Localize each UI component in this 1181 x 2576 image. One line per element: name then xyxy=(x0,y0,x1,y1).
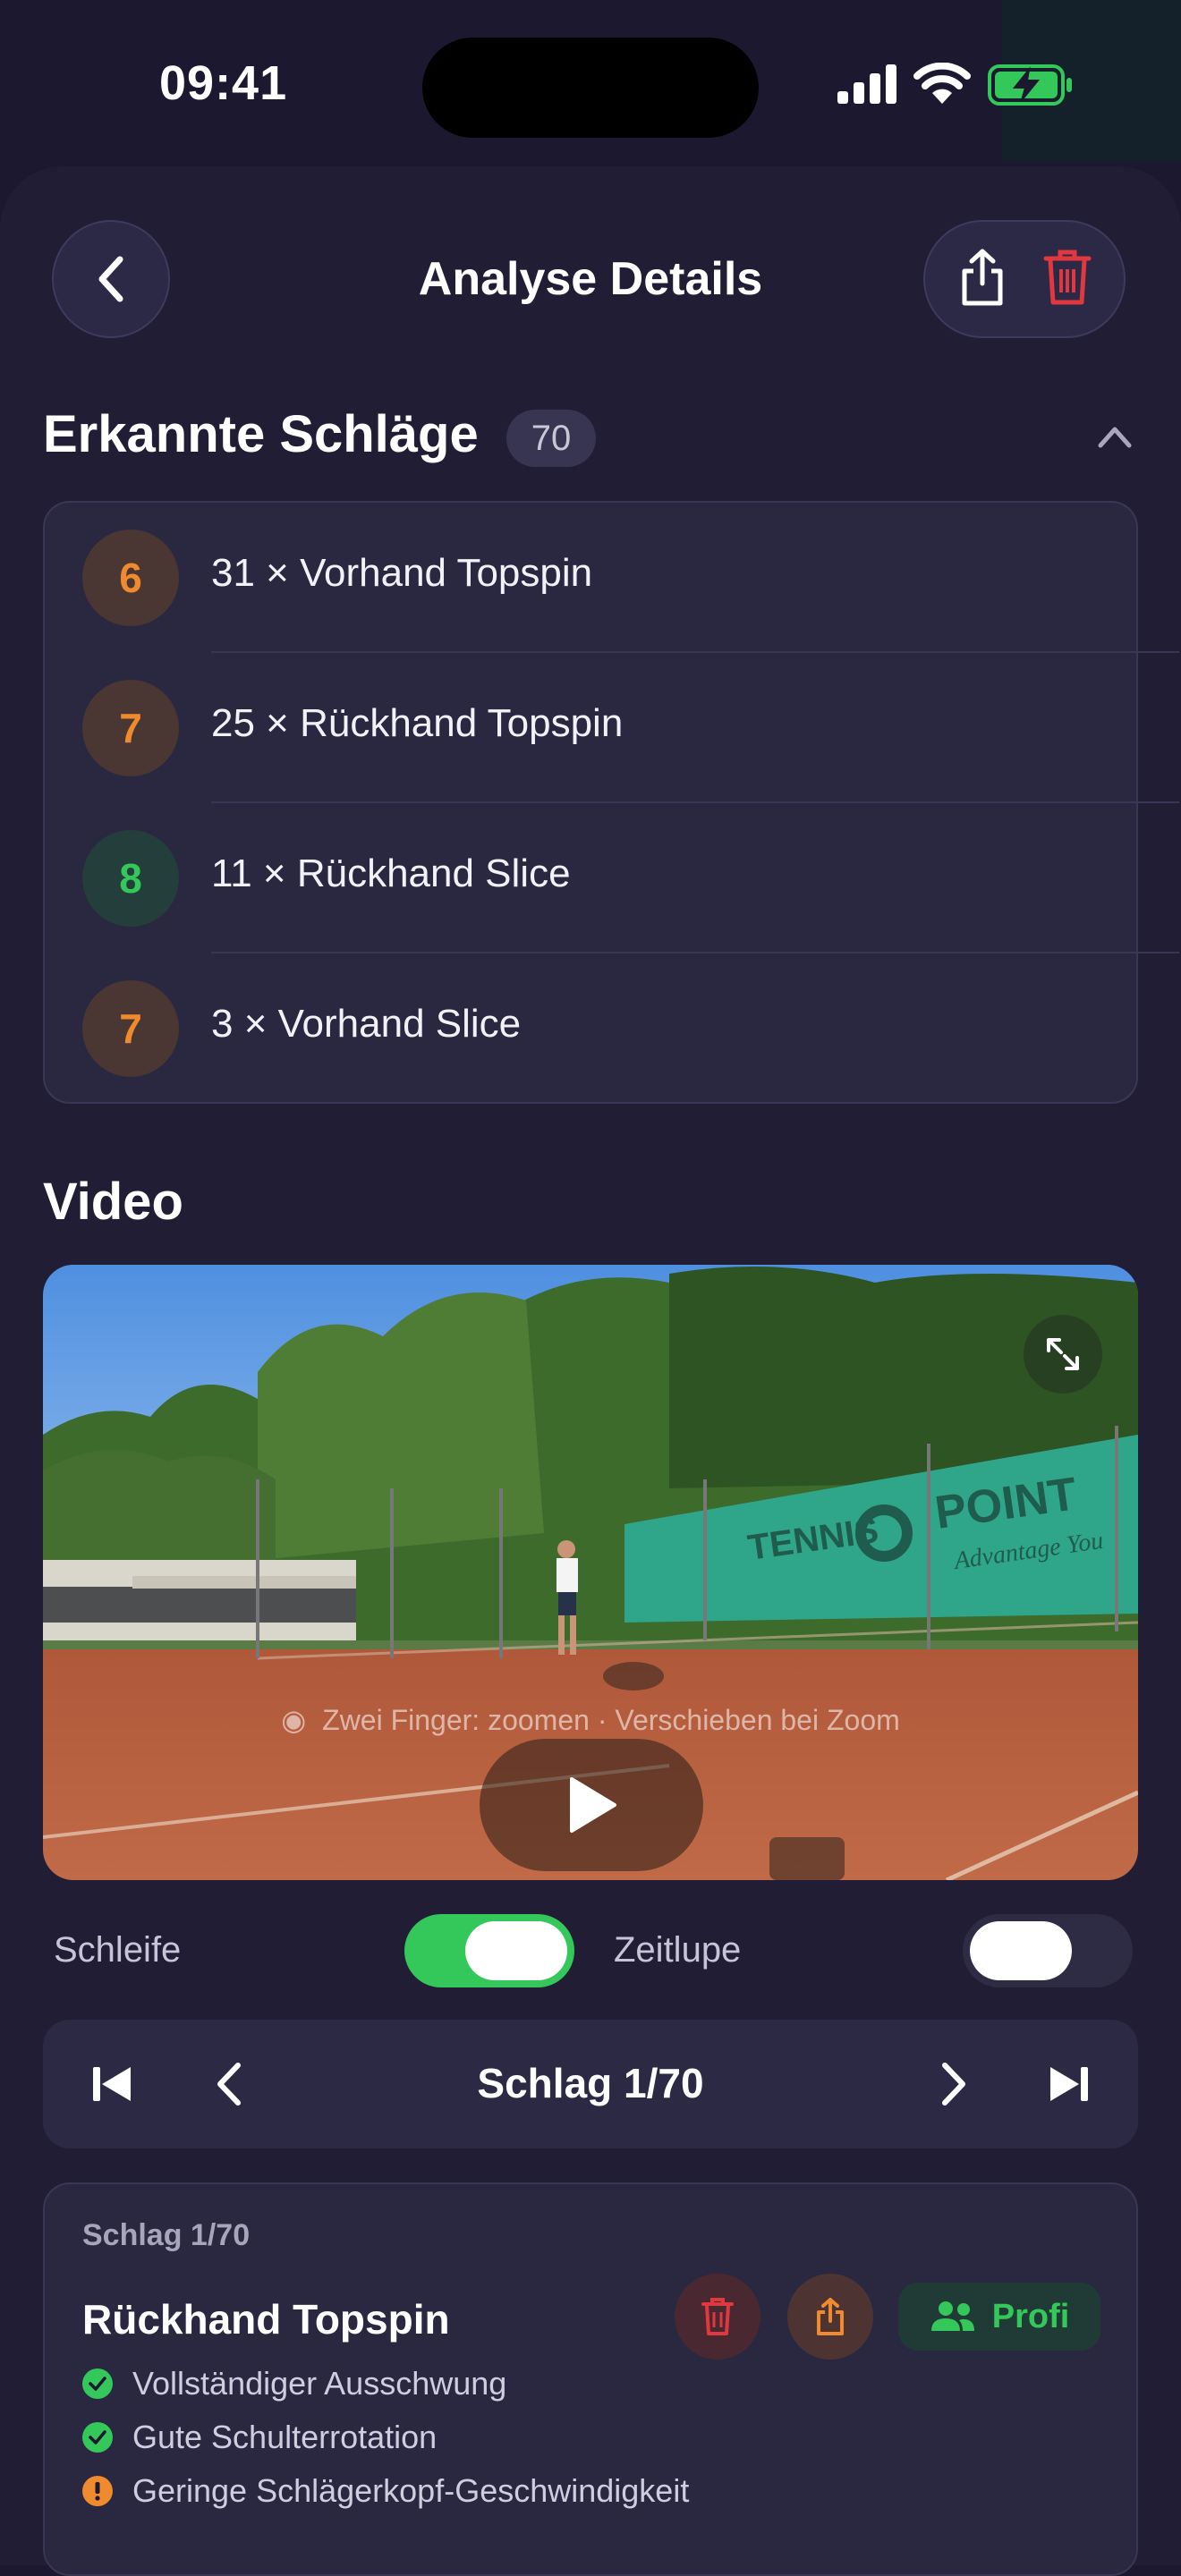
share-button[interactable] xyxy=(957,248,1007,311)
warning-icon xyxy=(82,2476,113,2506)
share-icon xyxy=(962,249,1002,305)
checkmark-icon xyxy=(82,2422,113,2453)
skip-to-end-icon xyxy=(1050,2067,1088,2101)
slowmo-toggle[interactable] xyxy=(963,1914,1133,1987)
feedback-item: Gute Schulterrotation xyxy=(82,2415,437,2460)
video-player[interactable]: TENNIS POINT Advantage You ◉ Zwei Finger:… xyxy=(43,1265,1138,1880)
stroke-label: 31 × Vorhand Topspin xyxy=(211,551,593,595)
profi-label: Profi xyxy=(991,2297,1070,2335)
stroke-label: 3 × Vorhand Slice xyxy=(211,1002,522,1046)
compare-pro-button[interactable]: Profi xyxy=(898,2283,1100,2351)
zoom-hint: ◉ Zwei Finger: zoomen · Verschieben bei Z… xyxy=(43,1703,1138,1737)
header-actions xyxy=(923,220,1126,338)
stroke-score-badge: 7 xyxy=(82,680,179,776)
stroke-detail-card: Schlag 1/70 Rückhand Topspin Profi Volls… xyxy=(43,2182,1138,2576)
share-icon xyxy=(817,2298,844,2335)
toggle-knob xyxy=(970,1921,1072,1980)
stroke-detail-title: Rückhand Topspin xyxy=(82,2296,450,2343)
battery-charging-icon xyxy=(988,64,1072,106)
feedback-item: Geringe Schlägerkopf-Geschwindigkeit xyxy=(82,2469,689,2513)
stroke-list-item[interactable]: 6 31 × Vorhand Topspin xyxy=(45,503,1179,653)
play-icon xyxy=(570,1777,616,1833)
strokes-list: 6 31 × Vorhand Topspin 7 25 × Rückhand T… xyxy=(43,501,1179,1104)
people-icon xyxy=(930,2301,974,2331)
dynamic-island xyxy=(422,38,759,138)
chevron-up-icon[interactable] xyxy=(1097,424,1133,449)
stroke-score-badge: 7 xyxy=(82,980,179,1077)
pinch-icon: ◉ xyxy=(281,1704,307,1736)
stroke-list-item[interactable]: 8 11 × Rückhand Slice xyxy=(45,803,1179,953)
delete-stroke-button[interactable] xyxy=(675,2274,760,2360)
slowmo-label: Zeitlupe xyxy=(614,1930,742,1970)
stroke-score-badge: 8 xyxy=(82,830,179,927)
fullscreen-button[interactable] xyxy=(1024,1315,1102,1394)
zoom-hint-text: Zwei Finger: zoomen · Verschieben bei Zo… xyxy=(322,1704,900,1736)
wifi-icon xyxy=(913,63,971,104)
trash-icon xyxy=(1043,250,1091,304)
stroke-label: 11 × Rückhand Slice xyxy=(211,852,571,895)
video-section-title: Video xyxy=(43,1173,183,1231)
status-time: 09:41 xyxy=(159,56,288,110)
delete-button[interactable] xyxy=(1042,248,1092,311)
expand-icon xyxy=(1047,1338,1079,1370)
feedback-item: Vollständiger Ausschwung xyxy=(82,2361,506,2406)
feedback-text: Gute Schulterrotation xyxy=(132,2419,438,2455)
share-stroke-button[interactable] xyxy=(787,2274,873,2360)
feedback-text: Geringe Schlägerkopf-Geschwindigkeit xyxy=(132,2472,690,2509)
trash-icon xyxy=(701,2298,734,2335)
stroke-label: 25 × Rückhand Topspin xyxy=(211,701,624,745)
last-stroke-button[interactable] xyxy=(1043,2059,1093,2109)
feedback-text: Vollständiger Ausschwung xyxy=(132,2365,507,2402)
play-button[interactable] xyxy=(480,1739,703,1871)
loop-toggle[interactable] xyxy=(404,1914,574,1987)
cellular-signal-icon xyxy=(837,64,896,104)
toggle-knob xyxy=(465,1921,567,1980)
stroke-score-badge: 6 xyxy=(82,530,179,626)
stroke-navigation: Schlag 1/70 xyxy=(43,2020,1138,2148)
stroke-list-item[interactable]: 7 3 × Vorhand Slice xyxy=(45,953,1179,1104)
chevron-right-icon xyxy=(942,2063,965,2106)
stroke-detail-subtitle: Schlag 1/70 xyxy=(82,2218,251,2252)
loop-label: Schleife xyxy=(54,1930,182,1970)
next-stroke-button[interactable] xyxy=(929,2059,979,2109)
checkmark-icon xyxy=(82,2368,113,2399)
strokes-count-badge: 70 xyxy=(506,410,596,467)
strokes-section-title: Erkannte Schläge xyxy=(43,405,479,463)
stroke-list-item[interactable]: 7 25 × Rückhand Topspin xyxy=(45,653,1179,803)
